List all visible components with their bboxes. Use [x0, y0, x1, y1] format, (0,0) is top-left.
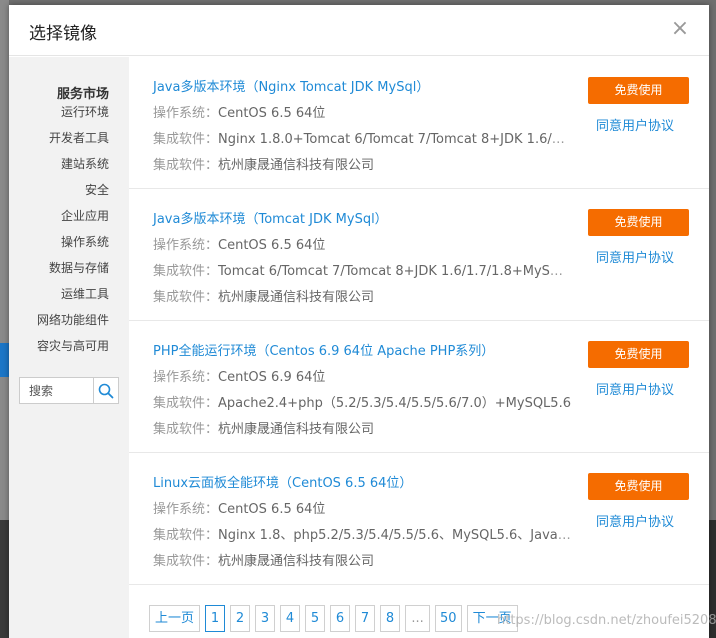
search-icon: [98, 383, 114, 398]
image-software-row: 集成软件：Tomcat 6/Tomcat 7/Tomcat 8+JDK 1.6/…: [153, 260, 573, 279]
software-value: Nginx 1.8.0+Tomcat 6/Tomcat 7/Tomcat 8+J…: [218, 132, 573, 147]
page-button-1[interactable]: 1: [205, 605, 226, 632]
free-use-button[interactable]: 免费使用: [588, 341, 689, 368]
category-item-os[interactable]: 操作系统: [37, 232, 109, 258]
image-card: Java多版本环境（Nginx Tomcat JDK MySql） 操作系统：C…: [129, 57, 709, 189]
page-button-last[interactable]: 50: [435, 605, 462, 632]
image-title[interactable]: PHP全能运行环境（Centos 6.9 64位 Apache PHP系列）: [153, 340, 494, 359]
os-value: CentOS 6.5 64位: [218, 238, 326, 253]
page-button-7[interactable]: 7: [355, 605, 376, 632]
os-value: CentOS 6.5 64位: [218, 106, 326, 121]
search-input[interactable]: [20, 378, 93, 403]
os-value: CentOS 6.9 64位: [218, 370, 326, 385]
software-label: 集成软件：: [153, 264, 219, 279]
category-item-enterprise[interactable]: 企业应用: [37, 206, 109, 232]
image-vendor-row: 集成软件：杭州康晟通信科技有限公司: [153, 286, 573, 305]
image-software-row: 集成软件：Nginx 1.8.0+Tomcat 6/Tomcat 7/Tomca…: [153, 128, 573, 147]
dialog-header: 选择镜像 ×: [9, 5, 709, 56]
vendor-value: 杭州康晟通信科技有限公司: [218, 290, 375, 305]
backdrop-blue-button: [0, 343, 9, 377]
image-os-row: 操作系统：CentOS 6.5 64位: [153, 234, 573, 253]
image-vendor-row: 集成软件：杭州康晟通信科技有限公司: [153, 418, 573, 437]
sidebar-heading[interactable]: 服务市场: [57, 83, 109, 102]
vendor-value: 杭州康晟通信科技有限公司: [218, 158, 375, 173]
category-item-security[interactable]: 安全: [37, 180, 109, 206]
close-icon[interactable]: ×: [669, 17, 691, 41]
vendor-value: 杭州康晟通信科技有限公司: [218, 422, 375, 437]
image-title[interactable]: Java多版本环境（Tomcat JDK MySql）: [153, 208, 388, 227]
image-os-row: 操作系统：CentOS 6.5 64位: [153, 102, 573, 121]
image-title[interactable]: Java多版本环境（Nginx Tomcat JDK MySql）: [153, 76, 429, 95]
os-label: 操作系统：: [153, 106, 219, 121]
agree-terms-link[interactable]: 同意用户协议: [596, 379, 674, 398]
category-item-data-storage[interactable]: 数据与存储: [37, 258, 109, 284]
category-item-dev-tools[interactable]: 开发者工具: [37, 128, 109, 154]
agree-terms-link[interactable]: 同意用户协议: [596, 115, 674, 134]
agree-terms-link[interactable]: 同意用户协议: [596, 247, 674, 266]
os-label: 操作系统：: [153, 238, 219, 253]
page-button-2[interactable]: 2: [230, 605, 251, 632]
page-button-3[interactable]: 3: [255, 605, 276, 632]
sidebar-search: [19, 377, 119, 404]
category-sidebar: 服务市场 运行环境 开发者工具 建站系统 安全 企业应用 操作系统 数据与存储 …: [9, 57, 129, 638]
vendor-label: 集成软件：: [153, 158, 219, 173]
vendor-label: 集成软件：: [153, 554, 219, 569]
category-item-network[interactable]: 网络功能组件: [37, 310, 109, 336]
os-label: 操作系统：: [153, 370, 219, 385]
search-button[interactable]: [93, 378, 118, 403]
page-ellipsis: ...: [405, 605, 431, 632]
agree-terms-link[interactable]: 同意用户协议: [596, 511, 674, 530]
software-label: 集成软件：: [153, 396, 219, 411]
free-use-button[interactable]: 免费使用: [588, 77, 689, 104]
category-item-runtime[interactable]: 运行环境: [37, 102, 109, 128]
image-list: Java多版本环境（Nginx Tomcat JDK MySql） 操作系统：C…: [129, 57, 709, 638]
image-vendor-row: 集成软件：杭州康晟通信科技有限公司: [153, 154, 573, 173]
image-software-row: 集成软件：Nginx 1.8、php5.2/5.3/5.4/5.5/5.6、My…: [153, 524, 573, 543]
image-software-row: 集成软件：Apache2.4+php（5.2/5.3/5.4/5.5/5.6/7…: [153, 392, 573, 411]
category-item-disaster-recovery[interactable]: 容灾与高可用: [37, 336, 109, 362]
image-card: Java多版本环境（Tomcat JDK MySql） 操作系统：CentOS …: [129, 189, 709, 321]
page-button-6[interactable]: 6: [330, 605, 351, 632]
category-item-ops-tools[interactable]: 运维工具: [37, 284, 109, 310]
dialog-title: 选择镜像: [29, 24, 97, 44]
select-image-dialog: 选择镜像 × 服务市场 运行环境 开发者工具 建站系统 安全 企业应用 操作系统…: [9, 5, 709, 638]
software-value: Apache2.4+php（5.2/5.3/5.4/5.5/5.6/7.0）+M…: [218, 396, 571, 411]
software-value: Nginx 1.8、php5.2/5.3/5.4/5.5/5.6、MySQL5.…: [218, 528, 573, 543]
vendor-value: 杭州康晟通信科技有限公司: [218, 554, 375, 569]
software-value: Tomcat 6/Tomcat 7/Tomcat 8+JDK 1.6/1.7/1…: [218, 264, 573, 279]
software-label: 集成软件：: [153, 132, 219, 147]
free-use-button[interactable]: 免费使用: [588, 473, 689, 500]
image-card: Linux云面板全能环境（CentOS 6.5 64位） 操作系统：CentOS…: [129, 453, 709, 585]
page-button-5[interactable]: 5: [305, 605, 326, 632]
vendor-label: 集成软件：: [153, 290, 219, 305]
vendor-label: 集成软件：: [153, 422, 219, 437]
page-button-8[interactable]: 8: [380, 605, 401, 632]
image-title[interactable]: Linux云面板全能环境（CentOS 6.5 64位）: [153, 472, 412, 491]
software-label: 集成软件：: [153, 528, 219, 543]
image-vendor-row: 集成软件：杭州康晟通信科技有限公司: [153, 550, 573, 569]
pagination: 上一页 1 2 3 4 5 6 7 8 ... 50 下一页: [149, 605, 518, 635]
image-os-row: 操作系统：CentOS 6.9 64位: [153, 366, 573, 385]
prev-page-button[interactable]: 上一页: [149, 605, 201, 632]
os-value: CentOS 6.5 64位: [218, 502, 326, 517]
image-card: PHP全能运行环境（Centos 6.9 64位 Apache PHP系列） 操…: [129, 321, 709, 453]
page-button-4[interactable]: 4: [280, 605, 301, 632]
category-item-site-builder[interactable]: 建站系统: [37, 154, 109, 180]
os-label: 操作系统：: [153, 502, 219, 517]
free-use-button[interactable]: 免费使用: [588, 209, 689, 236]
category-list: 运行环境 开发者工具 建站系统 安全 企业应用 操作系统 数据与存储 运维工具 …: [37, 102, 109, 362]
watermark-text: https://blog.csdn.net/zhoufei52087: [497, 613, 716, 628]
image-os-row: 操作系统：CentOS 6.5 64位: [153, 498, 573, 517]
